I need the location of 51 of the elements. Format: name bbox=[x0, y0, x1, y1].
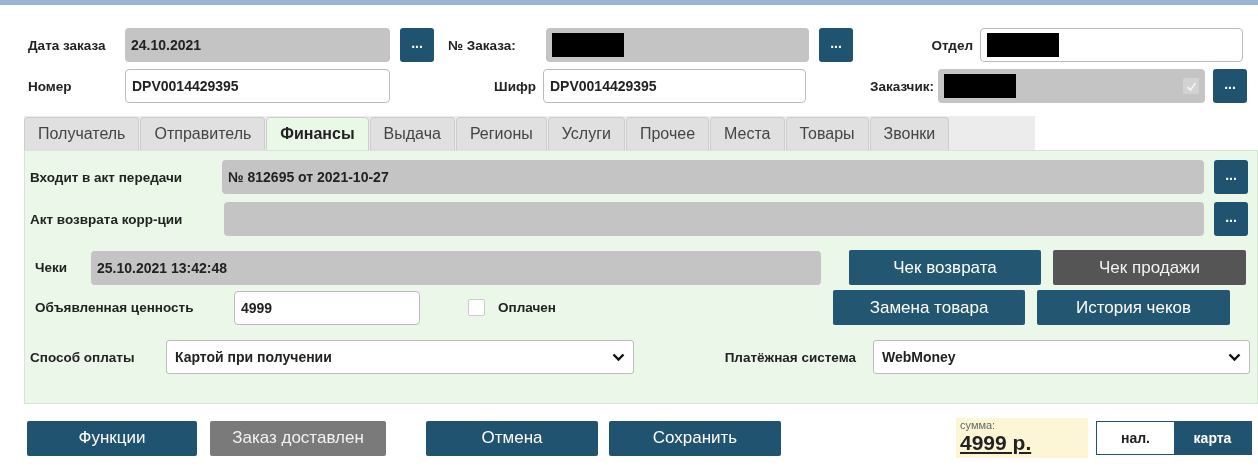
tab[interactable]: Товары bbox=[785, 117, 869, 150]
transfer-act-field: № 812695 от 2021-10-27 bbox=[222, 160, 1204, 194]
select-value: WebMoney bbox=[882, 349, 956, 365]
tab[interactable]: Финансы bbox=[266, 117, 369, 150]
tab[interactable]: Прочее bbox=[625, 117, 710, 150]
more-button[interactable]: ... bbox=[400, 28, 434, 62]
field-label: № Заказа: bbox=[448, 37, 517, 53]
field-label: Способ оплаты bbox=[30, 349, 136, 365]
field-label: Отдел bbox=[930, 37, 973, 53]
field-label: Номер bbox=[28, 78, 73, 94]
checkbox[interactable] bbox=[468, 299, 485, 316]
action-button[interactable]: Отмена bbox=[426, 420, 598, 456]
more-button[interactable]: ... bbox=[819, 28, 853, 62]
field-label: Заказчик: bbox=[869, 78, 934, 94]
total-label: сумма: bbox=[960, 420, 997, 431]
receipt-button[interactable]: Чек возврата bbox=[849, 250, 1041, 285]
receipt-button[interactable]: Замена товара bbox=[833, 290, 1025, 325]
tab[interactable]: Получатель bbox=[24, 117, 140, 150]
tab[interactable]: Отправитель bbox=[140, 117, 266, 150]
action-button[interactable]: Функции bbox=[27, 420, 197, 456]
field-label: Дата заказа bbox=[28, 37, 107, 53]
action-button[interactable]: Сохранить bbox=[609, 420, 781, 456]
number-field[interactable]: DPV0014429395 bbox=[125, 69, 390, 103]
field-label: Акт возврата корр-ции bbox=[30, 211, 184, 227]
field-label: Чеки bbox=[35, 260, 69, 275]
payment-toggle[interactable]: карта bbox=[1174, 422, 1251, 454]
field-label: Шифр bbox=[493, 78, 536, 94]
receipt-button[interactable]: История чеков bbox=[1037, 290, 1230, 325]
more-button[interactable]: ... bbox=[1214, 202, 1248, 236]
total-amount: 4999 р. bbox=[960, 431, 1033, 455]
field-label: Объявленная ценность bbox=[35, 300, 195, 315]
more-button[interactable]: ... bbox=[1213, 69, 1247, 103]
declared-value-field[interactable]: 4999 bbox=[234, 290, 420, 325]
select-value: Картой при получении bbox=[175, 349, 332, 365]
payment-system-select[interactable]: WebMoney bbox=[873, 340, 1250, 374]
date-field: 24.10.2021 bbox=[125, 28, 390, 62]
tab[interactable]: Места bbox=[710, 117, 785, 150]
tab[interactable]: Выдача bbox=[369, 117, 455, 150]
chevron-down-icon bbox=[612, 352, 625, 362]
tab[interactable]: Регионы bbox=[455, 117, 547, 150]
field-label: Оплачен bbox=[498, 300, 557, 315]
more-button[interactable]: ... bbox=[1214, 160, 1248, 194]
department-field[interactable] bbox=[980, 28, 1243, 62]
payment-method-select[interactable]: Картой при получении bbox=[166, 340, 634, 374]
tab[interactable]: Услуги bbox=[547, 117, 625, 150]
field-label: Платёжная система bbox=[723, 349, 856, 365]
chevron-down-icon bbox=[1228, 352, 1241, 362]
cipher-field[interactable]: DPV0014429395 bbox=[543, 69, 806, 103]
tab[interactable]: Звонки bbox=[869, 117, 950, 150]
field-label: Входит в акт передачи bbox=[30, 169, 183, 185]
receipts-field: 25.10.2021 13:42:48 bbox=[91, 250, 821, 285]
